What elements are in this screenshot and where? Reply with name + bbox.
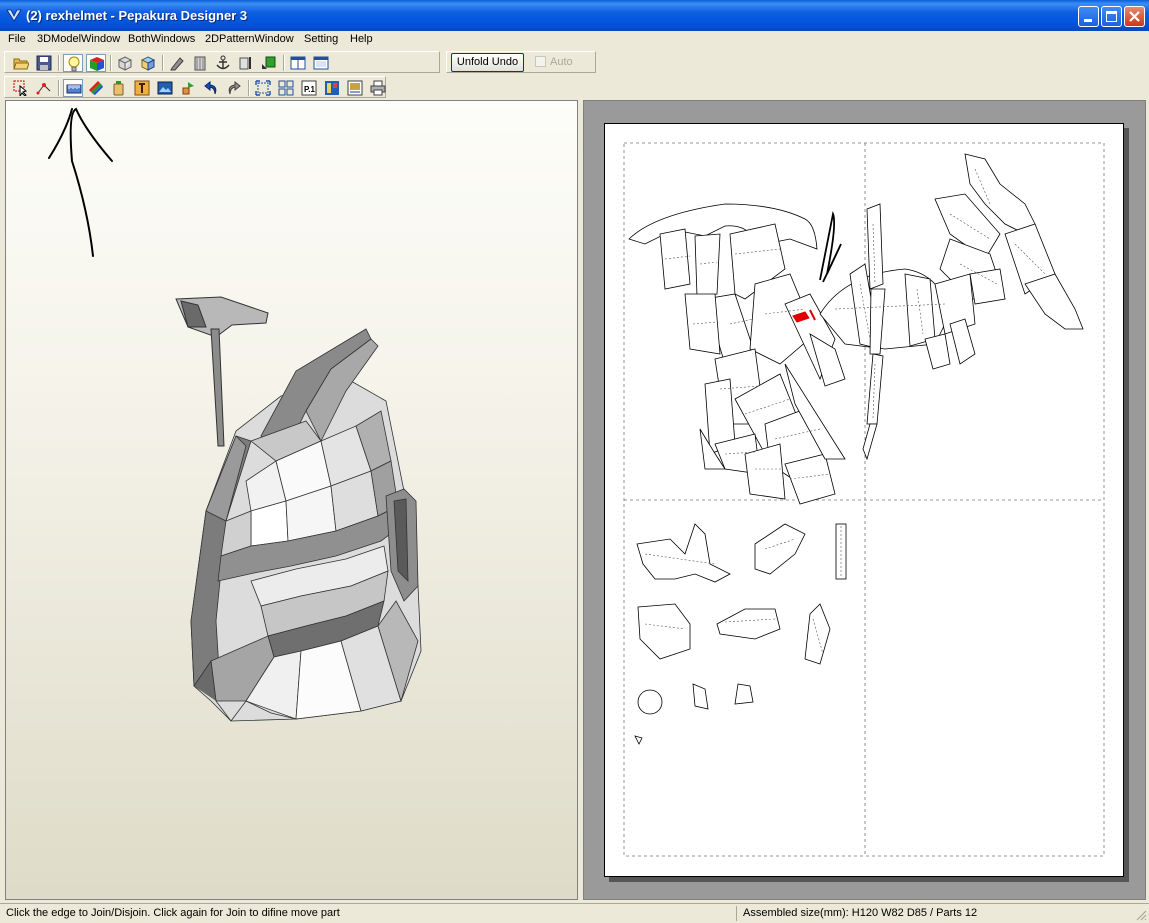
close-button[interactable] bbox=[1124, 6, 1145, 27]
maximize-button[interactable] bbox=[1101, 6, 1122, 27]
page-number-button[interactable]: P.1 bbox=[299, 79, 319, 97]
rotate-part-icon bbox=[182, 82, 194, 95]
menu-2dpatternwindow[interactable]: 2DPatternWindow bbox=[205, 33, 294, 45]
menu-3dmodelwindow[interactable]: 3DModelWindow bbox=[37, 33, 120, 45]
open-button[interactable] bbox=[11, 54, 31, 72]
print-preview-icon bbox=[347, 80, 363, 96]
light-toggle-button[interactable] bbox=[63, 54, 83, 72]
title-bar[interactable]: (2) rexhelmet - Pepakura Designer 3 bbox=[0, 0, 1149, 31]
ruler-button[interactable] bbox=[63, 79, 83, 97]
texture-button[interactable] bbox=[138, 54, 158, 72]
save-button[interactable] bbox=[34, 54, 54, 72]
split-window-icon bbox=[313, 56, 329, 70]
helmet-body bbox=[190, 328, 422, 722]
single-window-button[interactable] bbox=[288, 54, 308, 72]
pencil-icon bbox=[170, 57, 184, 71]
undo-button[interactable] bbox=[201, 79, 221, 97]
wireframe-cube-icon bbox=[117, 56, 133, 71]
color-cube-icon bbox=[90, 57, 104, 71]
color-stripes-button[interactable] bbox=[86, 79, 106, 97]
select-arrow-icon bbox=[13, 80, 28, 96]
printer-icon bbox=[370, 80, 386, 96]
resize-grip-icon[interactable] bbox=[1135, 909, 1147, 921]
save-disk-icon bbox=[36, 55, 52, 71]
pepakura-app-icon bbox=[6, 9, 22, 22]
status-bar: Click the edge to Join/Disjoin. Click ag… bbox=[0, 903, 1149, 923]
pattern-paper-sheet[interactable] bbox=[604, 123, 1124, 877]
menu-setting[interactable]: Setting bbox=[304, 33, 338, 45]
fit-page-button[interactable] bbox=[253, 79, 273, 97]
window-title: (2) rexhelmet - Pepakura Designer 3 bbox=[26, 8, 248, 23]
menu-help[interactable]: Help bbox=[350, 33, 373, 45]
maximize-icon bbox=[1106, 11, 1117, 22]
3d-helmet-model[interactable] bbox=[6, 101, 577, 899]
flap-button[interactable] bbox=[190, 54, 210, 72]
menu-bothwindows[interactable]: BothWindows bbox=[128, 33, 195, 45]
unfold-undo-button[interactable]: Unfold Undo bbox=[451, 53, 524, 72]
toolbar-row-1 bbox=[0, 50, 1149, 74]
print-button[interactable] bbox=[368, 79, 388, 97]
color-display-button[interactable] bbox=[86, 54, 106, 72]
svg-text:P.1: P.1 bbox=[304, 85, 316, 94]
hand-drawn-scribble bbox=[819, 210, 842, 283]
close-icon bbox=[1129, 11, 1140, 22]
text-button[interactable] bbox=[132, 79, 152, 97]
redo-arrow-icon bbox=[228, 80, 241, 95]
arrange-parts-icon bbox=[278, 80, 294, 96]
print-preview-button[interactable] bbox=[345, 79, 365, 97]
join-edge-button[interactable] bbox=[34, 79, 54, 97]
select-tool-button[interactable] bbox=[11, 79, 31, 97]
text-box-icon bbox=[134, 80, 150, 96]
bottle-icon bbox=[113, 81, 124, 96]
auto-label: Auto bbox=[550, 56, 573, 68]
minimize-icon bbox=[1084, 19, 1092, 22]
assembled-size-info: Assembled size(mm): H120 W82 D85 / Parts… bbox=[743, 907, 978, 919]
page-number-icon: P.1 bbox=[301, 80, 317, 96]
image-button[interactable] bbox=[155, 79, 175, 97]
3d-model-window[interactable] bbox=[5, 100, 578, 900]
fold-line-button[interactable] bbox=[236, 54, 256, 72]
bottle-button[interactable] bbox=[109, 79, 129, 97]
layout-icon bbox=[325, 81, 339, 95]
pattern-part-dome bbox=[628, 203, 846, 505]
rotate-part-button[interactable] bbox=[178, 79, 198, 97]
pattern-part-rangefinder bbox=[819, 153, 1084, 461]
anchor-icon bbox=[216, 55, 230, 70]
toolbar-row-2: P.1 bbox=[0, 75, 1149, 99]
color-stripes-icon bbox=[89, 81, 103, 95]
edit-button[interactable] bbox=[167, 54, 187, 72]
textured-cube-icon bbox=[140, 56, 156, 71]
unfolded-pattern[interactable] bbox=[605, 124, 1123, 876]
anchor-button[interactable] bbox=[213, 54, 233, 72]
auto-checkbox[interactable] bbox=[535, 56, 546, 67]
status-message: Click the edge to Join/Disjoin. Click ag… bbox=[6, 907, 340, 919]
menu-file[interactable]: File bbox=[8, 33, 26, 45]
minimize-button[interactable] bbox=[1078, 6, 1099, 27]
redo-button[interactable] bbox=[224, 79, 244, 97]
image-icon bbox=[157, 81, 173, 95]
undo-arrow-icon bbox=[204, 80, 217, 95]
single-window-icon bbox=[290, 56, 306, 70]
toolbar-group-tools: P.1 bbox=[4, 76, 386, 98]
join-edge-icon bbox=[36, 83, 51, 95]
lightbulb-icon bbox=[68, 56, 80, 72]
move-part-button[interactable] bbox=[259, 54, 279, 72]
open-folder-icon bbox=[13, 58, 29, 70]
fit-page-icon bbox=[255, 80, 271, 96]
arrange-parts-button[interactable] bbox=[276, 79, 296, 97]
wireframe-button[interactable] bbox=[115, 54, 135, 72]
menu-bar: File 3DModelWindow BothWindows 2DPattern… bbox=[0, 31, 1149, 49]
toolbar-group-main bbox=[4, 51, 440, 73]
move-part-icon bbox=[262, 56, 276, 69]
fold-line-icon bbox=[239, 57, 251, 70]
layout-button[interactable] bbox=[322, 79, 342, 97]
split-window-button[interactable] bbox=[311, 54, 331, 72]
ruler-icon bbox=[66, 84, 82, 94]
hand-drawn-arrow bbox=[48, 107, 113, 257]
glue-flap-icon bbox=[194, 56, 206, 71]
